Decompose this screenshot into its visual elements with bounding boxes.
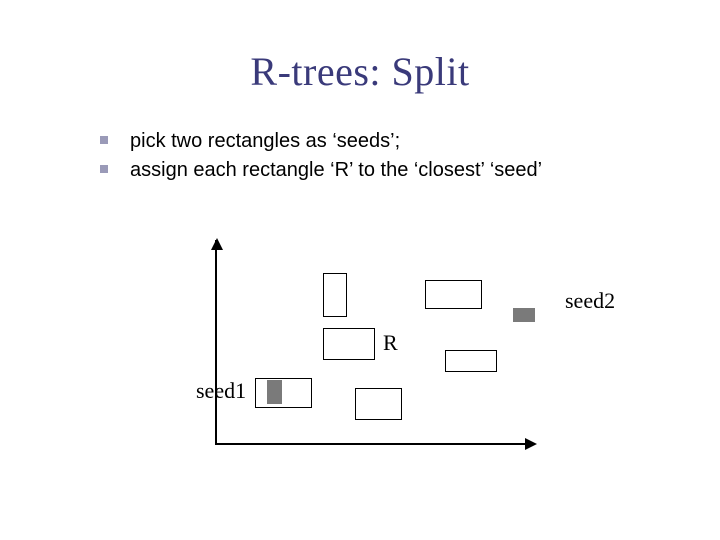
bullet-item: assign each rectangle ‘R’ to the ‘closes… [100, 157, 660, 184]
label-seed1: seed1 [196, 378, 246, 404]
bullet-text: assign each rectangle ‘R’ to the ‘closes… [130, 157, 542, 184]
y-axis [215, 240, 217, 445]
bullet-marker-icon [100, 165, 108, 173]
bullet-text: pick two rectangles as ‘seeds’; [130, 128, 400, 155]
bullet-list: pick two rectangles as ‘seeds’; assign e… [100, 128, 660, 186]
label-r: R [383, 330, 398, 356]
rect [445, 350, 497, 372]
seed-marker [267, 380, 282, 404]
rect [323, 328, 375, 360]
slide-title: R-trees: Split [0, 48, 720, 95]
diagram: R [195, 240, 545, 455]
rect [425, 280, 482, 309]
rect [255, 378, 312, 408]
seed-marker [513, 308, 535, 322]
bullet-item: pick two rectangles as ‘seeds’; [100, 128, 660, 155]
bullet-marker-icon [100, 136, 108, 144]
rect [323, 273, 347, 317]
x-axis [215, 443, 535, 445]
slide: R-trees: Split pick two rectangles as ‘s… [0, 0, 720, 540]
rect [355, 388, 402, 420]
label-seed2: seed2 [565, 288, 615, 314]
